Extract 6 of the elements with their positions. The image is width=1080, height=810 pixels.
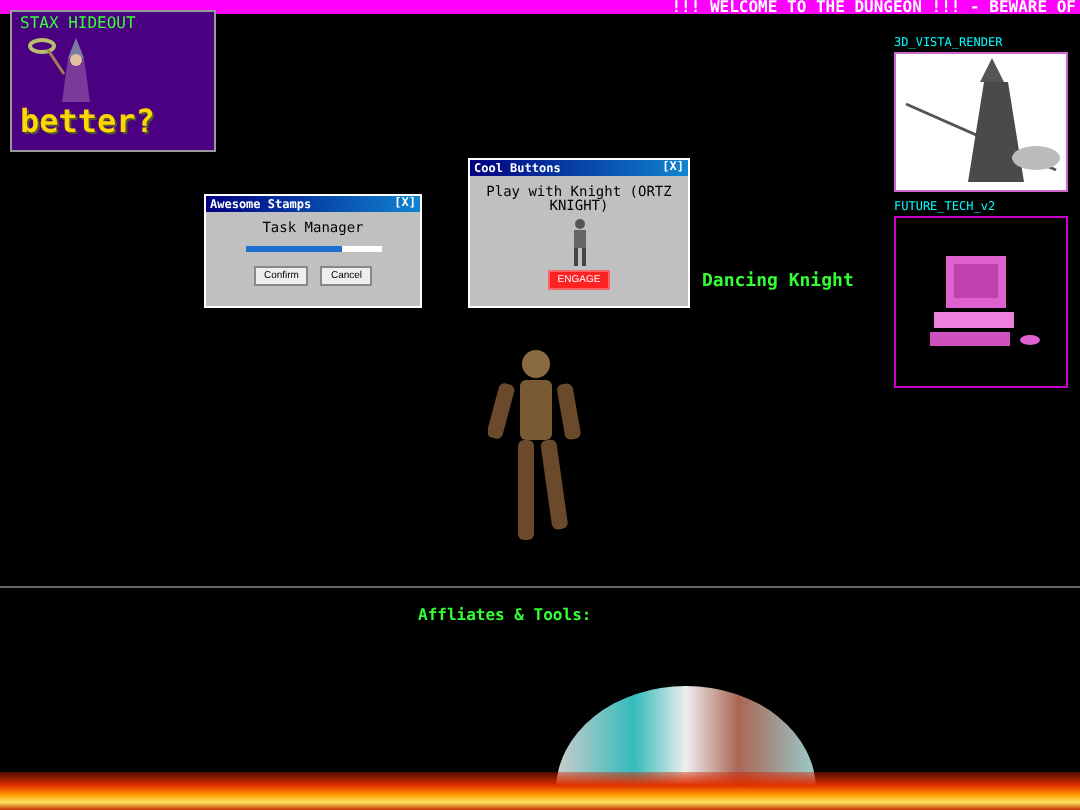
wizard-drawing <box>28 34 96 106</box>
stax-caption: better? <box>18 106 157 138</box>
stax-title: STAX HIDEOUT <box>18 12 138 34</box>
affiliates-heading: Affliates & Tools: <box>418 606 592 624</box>
dancing-knight-label: Dancing Knight <box>702 272 854 292</box>
marquee-text: !!! WELCOME TO THE DUNGEON !!! - BEWARE OF <box>671 0 1076 14</box>
